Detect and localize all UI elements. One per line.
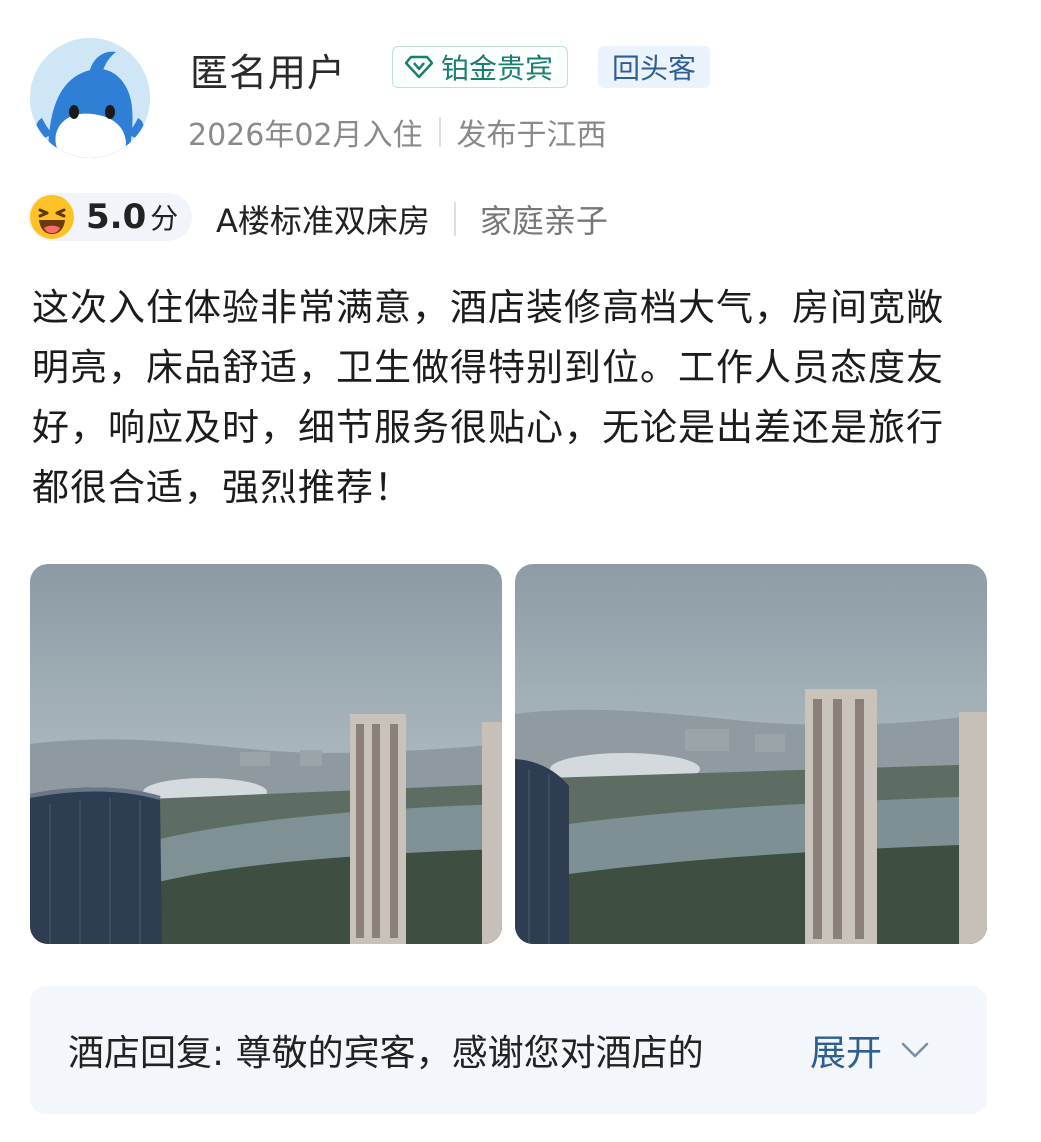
- hotel-view-photo: [515, 564, 987, 944]
- divider: [438, 117, 441, 147]
- review-photo[interactable]: [515, 564, 987, 944]
- rating-value: 5.0: [86, 197, 147, 237]
- room-type: A楼标准双床房: [216, 202, 430, 240]
- hotel-reply-text: 酒店回复: 尊敬的宾客，感谢您对酒店的: [68, 1033, 704, 1074]
- repeat-guest-badge: 回头客: [598, 46, 711, 88]
- username: 匿名用户: [190, 51, 347, 95]
- hotel-reply[interactable]: 酒店回复: 尊敬的宾客，感谢您对酒店的 展开: [30, 986, 987, 1114]
- trip-type: 家庭亲子: [479, 202, 608, 240]
- expand-reply-button[interactable]: 展开: [810, 1024, 930, 1076]
- stay-details: A楼标准双床房 家庭亲子: [216, 196, 608, 242]
- laughing-emoji-icon: [30, 195, 74, 239]
- platinum-member-badge: 铂金贵宾: [392, 46, 569, 88]
- rating-score: 5.0 分: [28, 193, 193, 241]
- repeat-guest-label: 回头客: [612, 52, 697, 85]
- posted-location: 发布于江西: [456, 118, 607, 153]
- rating-unit: 分: [150, 202, 179, 235]
- user-avatar[interactable]: [30, 38, 150, 158]
- platinum-badge-label: 铂金贵宾: [441, 52, 554, 85]
- expand-label: 展开: [810, 1033, 883, 1074]
- divider: [453, 202, 456, 236]
- review-text: 这次入住体验非常满意，酒店装修高档大气，房间宽敞明亮，床品舒适，卫生做得特别到位…: [32, 286, 944, 509]
- review-photo[interactable]: [30, 564, 502, 944]
- hotel-view-photo: [30, 564, 502, 944]
- stay-date: 2026年02月入住: [188, 118, 423, 153]
- diamond-icon: [405, 55, 433, 79]
- chevron-down-icon: [901, 1042, 929, 1058]
- review-meta: 2026年02月入住 发布于江西: [188, 110, 607, 154]
- dolphin-avatar-icon: [30, 38, 150, 158]
